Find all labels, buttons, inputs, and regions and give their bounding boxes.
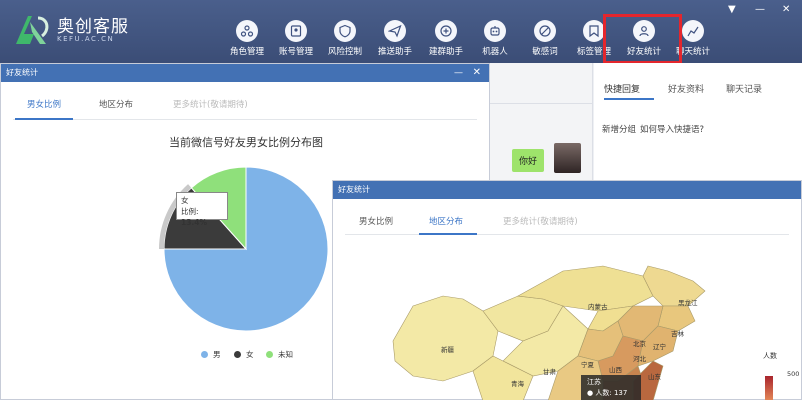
nav-push-assistant[interactable]: 推送助手: [370, 20, 420, 58]
role-icon: [236, 20, 258, 42]
gender-pie-chart: [159, 166, 329, 332]
nav-risk-control[interactable]: 风险控制: [320, 20, 370, 58]
nav-label: 角色管理: [229, 47, 264, 57]
tab-quick-reply[interactable]: 快捷回复: [604, 82, 640, 95]
account-icon: [285, 20, 307, 42]
import-help-link[interactable]: 如何导入快捷语?: [640, 123, 704, 135]
chart-title: 当前微信号好友男女比例分布图: [169, 136, 323, 149]
nav-label: 机器人: [482, 47, 508, 57]
close-button[interactable]: ✕: [782, 4, 790, 15]
legend-label: 未知: [278, 350, 293, 359]
chat-panel: 你好 快捷回复 好友资料 聊天记录 新增分组 如何导入快捷语?: [490, 63, 802, 183]
map-label-beijing: 北京: [633, 340, 646, 348]
window-close-button[interactable]: ✕: [473, 64, 481, 82]
map-label-shandong: 山东: [648, 373, 661, 381]
highlight-box: [603, 14, 682, 64]
pie-tooltip: 女 比例: 13.4%: [176, 192, 228, 227]
scale-title: 人数: [763, 352, 777, 360]
window-minimize-button[interactable]: —: [454, 64, 463, 82]
ban-icon: [534, 20, 556, 42]
tooltip-ratio-value: 13.4%: [181, 218, 208, 227]
legend-item-female[interactable]: 女: [234, 349, 254, 360]
nav-label: 建群助手: [428, 47, 463, 57]
tab-region-distribution[interactable]: 地区分布: [99, 98, 133, 110]
tooltip-label: 女: [181, 196, 189, 205]
message-bubble: 你好: [512, 149, 545, 172]
nav-group-assistant[interactable]: 建群助手: [421, 20, 471, 58]
stats-tabs: 男女比例 地区分布 更多统计(敬请期待): [13, 92, 477, 120]
group-icon: [435, 20, 457, 42]
china-map: [392, 265, 706, 400]
avatar[interactable]: [554, 143, 581, 173]
quick-reply-panel: 快捷回复 好友资料 聊天记录 新增分组 如何导入快捷语?: [594, 63, 802, 183]
app-logo-icon: [16, 16, 49, 44]
tab-chat-history[interactable]: 聊天记录: [726, 82, 762, 95]
legend-dot: [266, 351, 273, 358]
legend-item-male[interactable]: 男: [201, 349, 221, 360]
nav-label: 敏感词: [532, 47, 558, 57]
legend-item-unknown[interactable]: 未知: [266, 349, 293, 360]
add-group-link[interactable]: 新增分组: [602, 123, 636, 135]
tab-gender-ratio[interactable]: 男女比例: [27, 98, 61, 110]
divider: [490, 103, 593, 104]
map-tooltip-region: 江苏: [587, 378, 601, 386]
map-label-jilin: 吉林: [671, 330, 684, 338]
brand-subtitle: KEFU.AC.CN: [57, 35, 115, 43]
chat-area: 你好: [490, 63, 593, 183]
legend-dot: [201, 351, 208, 358]
nav-robot[interactable]: 机器人: [470, 20, 520, 58]
map-tooltip-count-label: 人数:: [595, 389, 612, 397]
map-label-shanxi: 山西: [609, 366, 622, 374]
nav-label: 账号管理: [278, 47, 313, 57]
dropdown-icon[interactable]: ▼: [728, 4, 736, 15]
map-tooltip: 江苏 ● 人数: 137: [581, 375, 641, 400]
tab-underline: [604, 98, 654, 100]
map-label-hebei: 河北: [633, 355, 646, 363]
tab-more-stats: 更多统计(敬请期待): [173, 100, 248, 110]
map-label-gansu: 甘肃: [543, 368, 556, 376]
tab-underline: [15, 118, 73, 120]
window-title: 好友统计: [6, 68, 38, 77]
tooltip-ratio-label: 比例:: [181, 207, 199, 216]
scale-max: 500: [787, 370, 800, 378]
nav-account-management[interactable]: 账号管理: [271, 20, 321, 58]
legend-dot: [234, 351, 241, 358]
chart-icon: [682, 20, 704, 42]
map-label-neimenggu: 内蒙古: [588, 303, 608, 311]
top-bar: 奥创客服 KEFU.AC.CN 角色管理 账号管理 风险控制 推送助手 建群助手…: [0, 0, 802, 64]
map-tooltip-count-value: 137: [613, 389, 628, 397]
map-label-qinghai: 青海: [511, 380, 524, 388]
map-label-heilongjiang: 黑龙江: [678, 299, 698, 307]
legend-label: 女: [246, 350, 254, 359]
map-label-ningxia: 宁夏: [581, 361, 594, 369]
nav-role-management[interactable]: 角色管理: [222, 20, 272, 58]
scale-bar[interactable]: [765, 376, 773, 400]
nav-sensitive-words[interactable]: 敏感词: [520, 20, 570, 58]
friend-stats-region-window: 好友统计 男女比例 地区分布 更多统计(敬请期待) 新疆 青海 内蒙古 黑龙江 …: [332, 180, 802, 400]
nav-label: 风险控制: [327, 47, 362, 57]
nav-label: 推送助手: [377, 47, 412, 57]
shield-icon: [334, 20, 356, 42]
map-scale: 人数: [763, 351, 777, 361]
legend-label: 男: [213, 350, 221, 359]
minimize-button[interactable]: —: [755, 4, 765, 15]
brand-name: 奥创客服: [57, 17, 129, 37]
send-icon: [384, 20, 406, 42]
tag-icon: [583, 20, 605, 42]
map-label-xinjiang: 新疆: [441, 346, 454, 354]
robot-icon: [484, 20, 506, 42]
window-title-bar: 好友统计 — ✕: [1, 64, 489, 82]
tab-friend-profile[interactable]: 好友资料: [668, 82, 704, 95]
map-label-liaoning: 辽宁: [653, 343, 666, 351]
